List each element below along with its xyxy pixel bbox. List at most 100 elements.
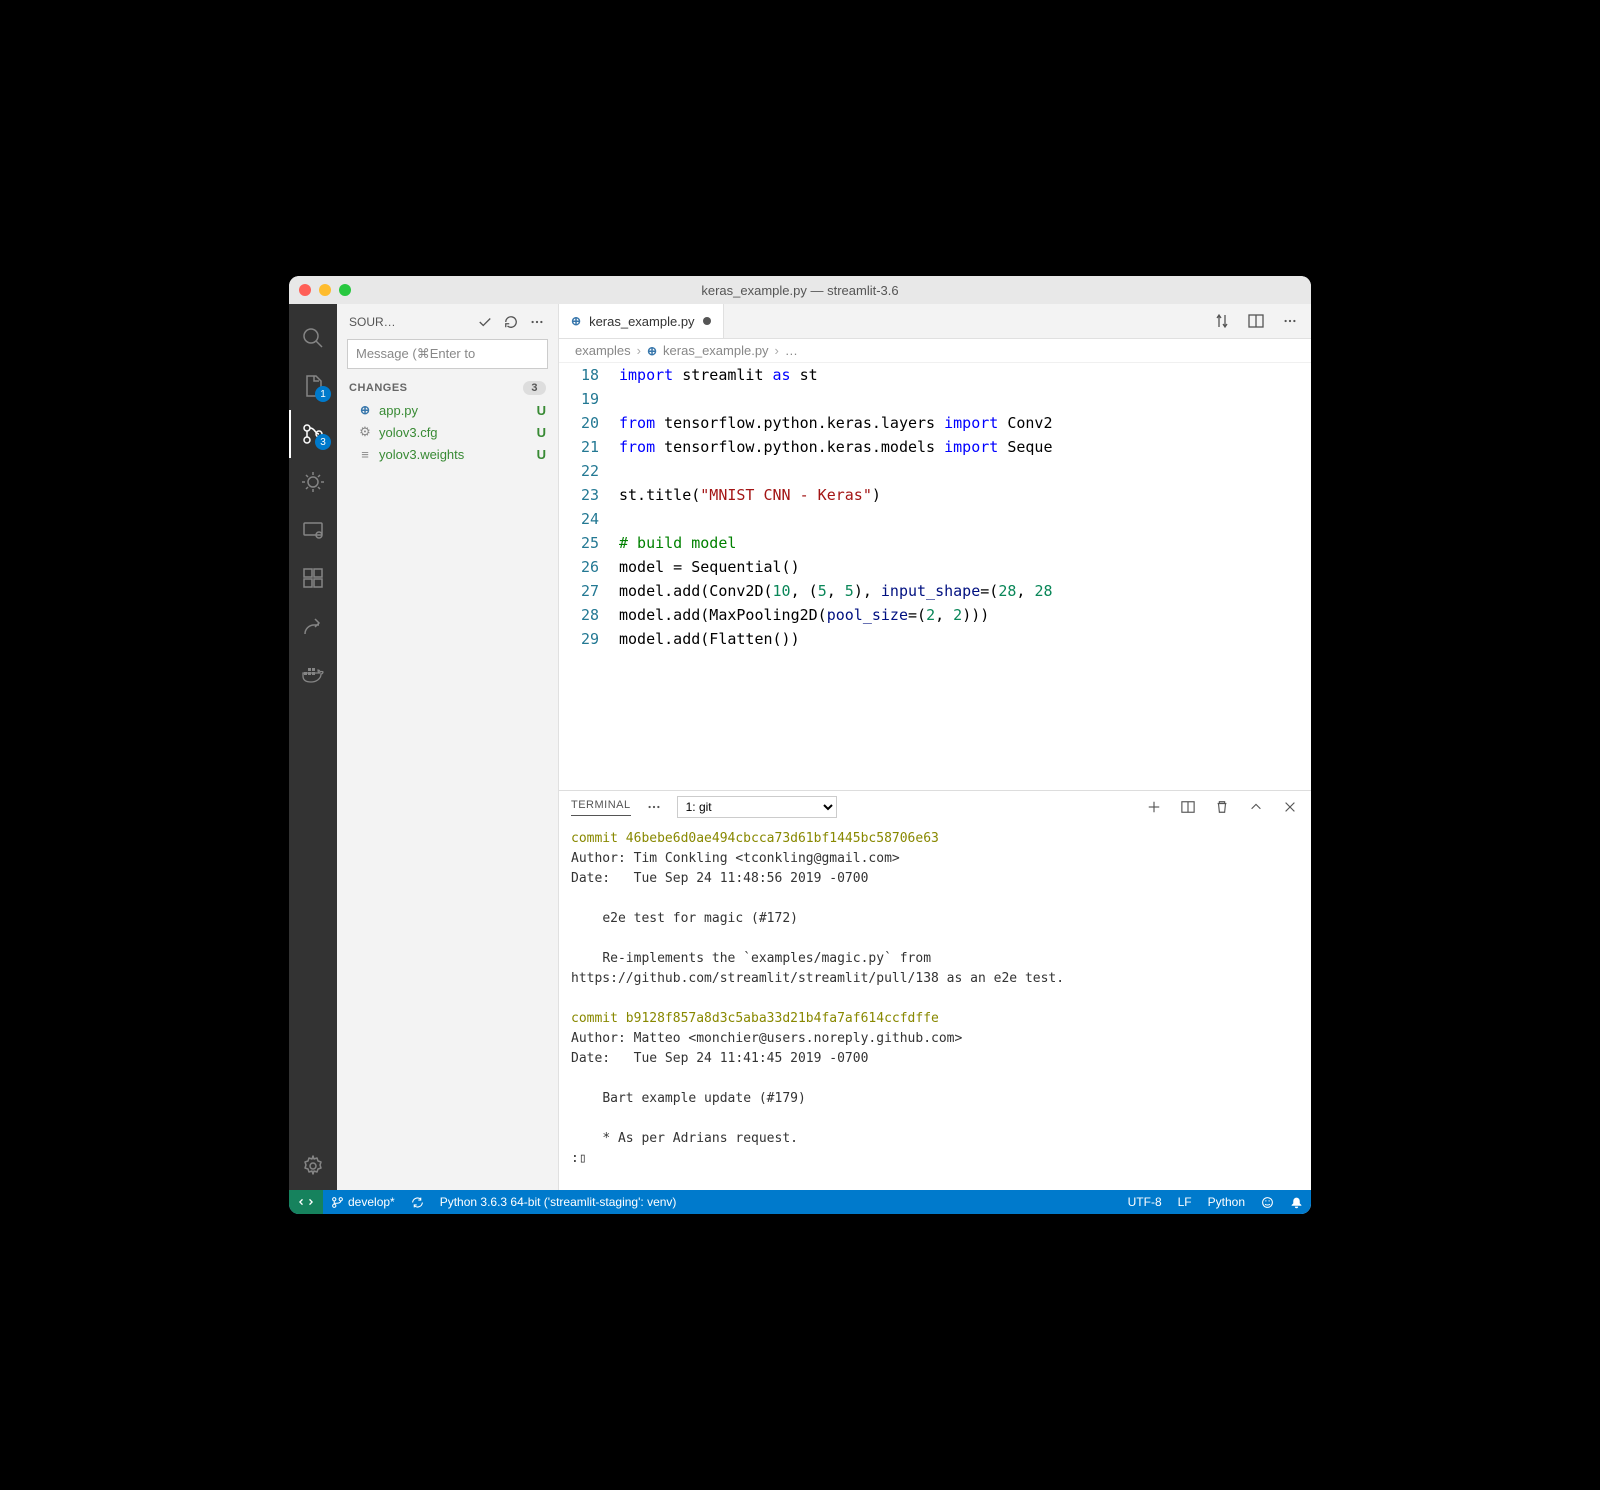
more-button[interactable]	[528, 313, 546, 331]
dirty-indicator-icon	[703, 317, 711, 325]
commit-button[interactable]	[476, 313, 494, 331]
sync-icon	[411, 1196, 424, 1209]
ellipsis-icon	[1283, 314, 1297, 328]
terminal-output[interactable]: commit 46bebe6d0ae494cbcca73d61bf1445bc5…	[559, 823, 1311, 1190]
terminal-more-button[interactable]	[645, 798, 663, 816]
explorer-activity[interactable]: 1	[289, 362, 337, 410]
notifications-button[interactable]	[1282, 1195, 1311, 1209]
split-terminal-button[interactable]	[1179, 798, 1197, 816]
breadcrumbs[interactable]: examples › ⊕ keras_example.py › …	[559, 339, 1311, 363]
main-area: ⊕ keras_example.py examples › ⊕ keras_ex…	[559, 304, 1311, 1190]
tab-keras-example[interactable]: ⊕ keras_example.py	[559, 304, 724, 338]
eol-indicator[interactable]: LF	[1170, 1195, 1200, 1209]
changed-file-item[interactable]: ≡ yolov3.weights U	[337, 443, 558, 465]
split-icon	[1248, 313, 1264, 329]
branch-icon	[331, 1196, 344, 1209]
chevron-up-icon	[1249, 800, 1263, 814]
python-file-icon: ⊕	[571, 314, 581, 328]
search-icon	[301, 326, 325, 350]
config-file-icon: ⚙	[357, 424, 373, 440]
terminal-tab[interactable]: TERMINAL	[571, 799, 631, 816]
editor-more-button[interactable]	[1281, 312, 1299, 330]
remote-activity[interactable]	[289, 506, 337, 554]
ellipsis-icon	[647, 800, 661, 814]
plus-icon	[1147, 800, 1161, 814]
refresh-icon	[504, 315, 518, 329]
file-status: U	[537, 425, 546, 440]
python-file-icon: ⊕	[357, 402, 373, 418]
chevron-right-icon: ›	[775, 343, 779, 358]
changes-count: 3	[523, 381, 546, 395]
gear-icon	[301, 1154, 325, 1178]
docker-icon	[301, 662, 325, 686]
language-indicator[interactable]: Python	[1200, 1195, 1253, 1209]
sidebar: SOUR… Message (⌘Enter to CHANGES 3 ⊕ app.…	[337, 304, 559, 1190]
chevron-right-icon: ›	[637, 343, 641, 358]
bell-icon	[1290, 1196, 1303, 1209]
remote-icon	[301, 518, 325, 542]
extensions-icon	[301, 566, 325, 590]
remote-icon	[299, 1195, 313, 1209]
liveshare-activity[interactable]	[289, 602, 337, 650]
sidebar-header: SOUR…	[337, 304, 558, 339]
branch-name: develop*	[348, 1195, 395, 1209]
breadcrumb-folder[interactable]: examples	[575, 343, 631, 358]
changes-label: CHANGES	[349, 382, 408, 394]
window-title: keras_example.py — streamlit-3.6	[289, 283, 1311, 298]
remote-indicator[interactable]	[289, 1190, 323, 1214]
split-icon	[1181, 800, 1195, 814]
python-env[interactable]: Python 3.6.3 64-bit ('streamlit-staging'…	[432, 1195, 685, 1209]
settings-activity[interactable]	[289, 1142, 337, 1190]
search-activity[interactable]	[289, 314, 337, 362]
file-name: yolov3.cfg	[379, 425, 438, 440]
tab-label: keras_example.py	[589, 314, 695, 329]
sidebar-title: SOUR…	[349, 315, 468, 329]
sync-button[interactable]	[403, 1196, 432, 1209]
new-terminal-button[interactable]	[1145, 798, 1163, 816]
file-status: U	[537, 403, 546, 418]
debug-activity[interactable]	[289, 458, 337, 506]
file-name: yolov3.weights	[379, 447, 464, 462]
terminal-panel: TERMINAL 1: git commit 46bebe6d0ae494cbc…	[559, 790, 1311, 1190]
breadcrumb-file[interactable]: keras_example.py	[663, 343, 769, 358]
statusbar: develop* Python 3.6.3 64-bit ('streamlit…	[289, 1190, 1311, 1214]
feedback-button[interactable]	[1253, 1195, 1282, 1209]
terminal-selector[interactable]: 1: git	[677, 796, 837, 818]
editor-tabs: ⊕ keras_example.py	[559, 304, 1311, 339]
code-editor[interactable]: 181920212223242526272829 import streamli…	[559, 363, 1311, 790]
close-window-button[interactable]	[299, 284, 311, 296]
ellipsis-icon	[530, 315, 544, 329]
scm-activity[interactable]: 3	[289, 410, 337, 458]
line-gutter: 181920212223242526272829	[559, 363, 619, 790]
trash-icon	[1215, 800, 1229, 814]
code-content[interactable]: import streamlit as stfrom tensorflow.py…	[619, 363, 1311, 790]
minimize-window-button[interactable]	[319, 284, 331, 296]
commit-message-input[interactable]: Message (⌘Enter to	[347, 339, 548, 369]
file-icon: ≡	[357, 446, 373, 462]
docker-activity[interactable]	[289, 650, 337, 698]
branch-indicator[interactable]: develop*	[323, 1195, 403, 1209]
file-status: U	[537, 447, 546, 462]
split-editor-button[interactable]	[1247, 312, 1265, 330]
maximize-panel-button[interactable]	[1247, 798, 1265, 816]
close-panel-button[interactable]	[1281, 798, 1299, 816]
check-icon	[478, 315, 492, 329]
close-icon	[1283, 800, 1297, 814]
maximize-window-button[interactable]	[339, 284, 351, 296]
refresh-button[interactable]	[502, 313, 520, 331]
terminal-header: TERMINAL 1: git	[559, 791, 1311, 823]
extensions-activity[interactable]	[289, 554, 337, 602]
changes-section-header[interactable]: CHANGES 3	[337, 377, 558, 399]
traffic-lights	[299, 284, 351, 296]
breadcrumb-tail: …	[785, 343, 798, 358]
activity-bar: 1 3	[289, 304, 337, 1190]
kill-terminal-button[interactable]	[1213, 798, 1231, 816]
changed-file-item[interactable]: ⊕ app.py U	[337, 399, 558, 421]
encoding-indicator[interactable]: UTF-8	[1120, 1195, 1170, 1209]
compare-button[interactable]	[1213, 312, 1231, 330]
changed-file-item[interactable]: ⚙ yolov3.cfg U	[337, 421, 558, 443]
explorer-badge: 1	[315, 386, 331, 402]
file-name: app.py	[379, 403, 418, 418]
titlebar: keras_example.py — streamlit-3.6	[289, 276, 1311, 304]
vscode-window: keras_example.py — streamlit-3.6 1 3	[289, 276, 1311, 1214]
